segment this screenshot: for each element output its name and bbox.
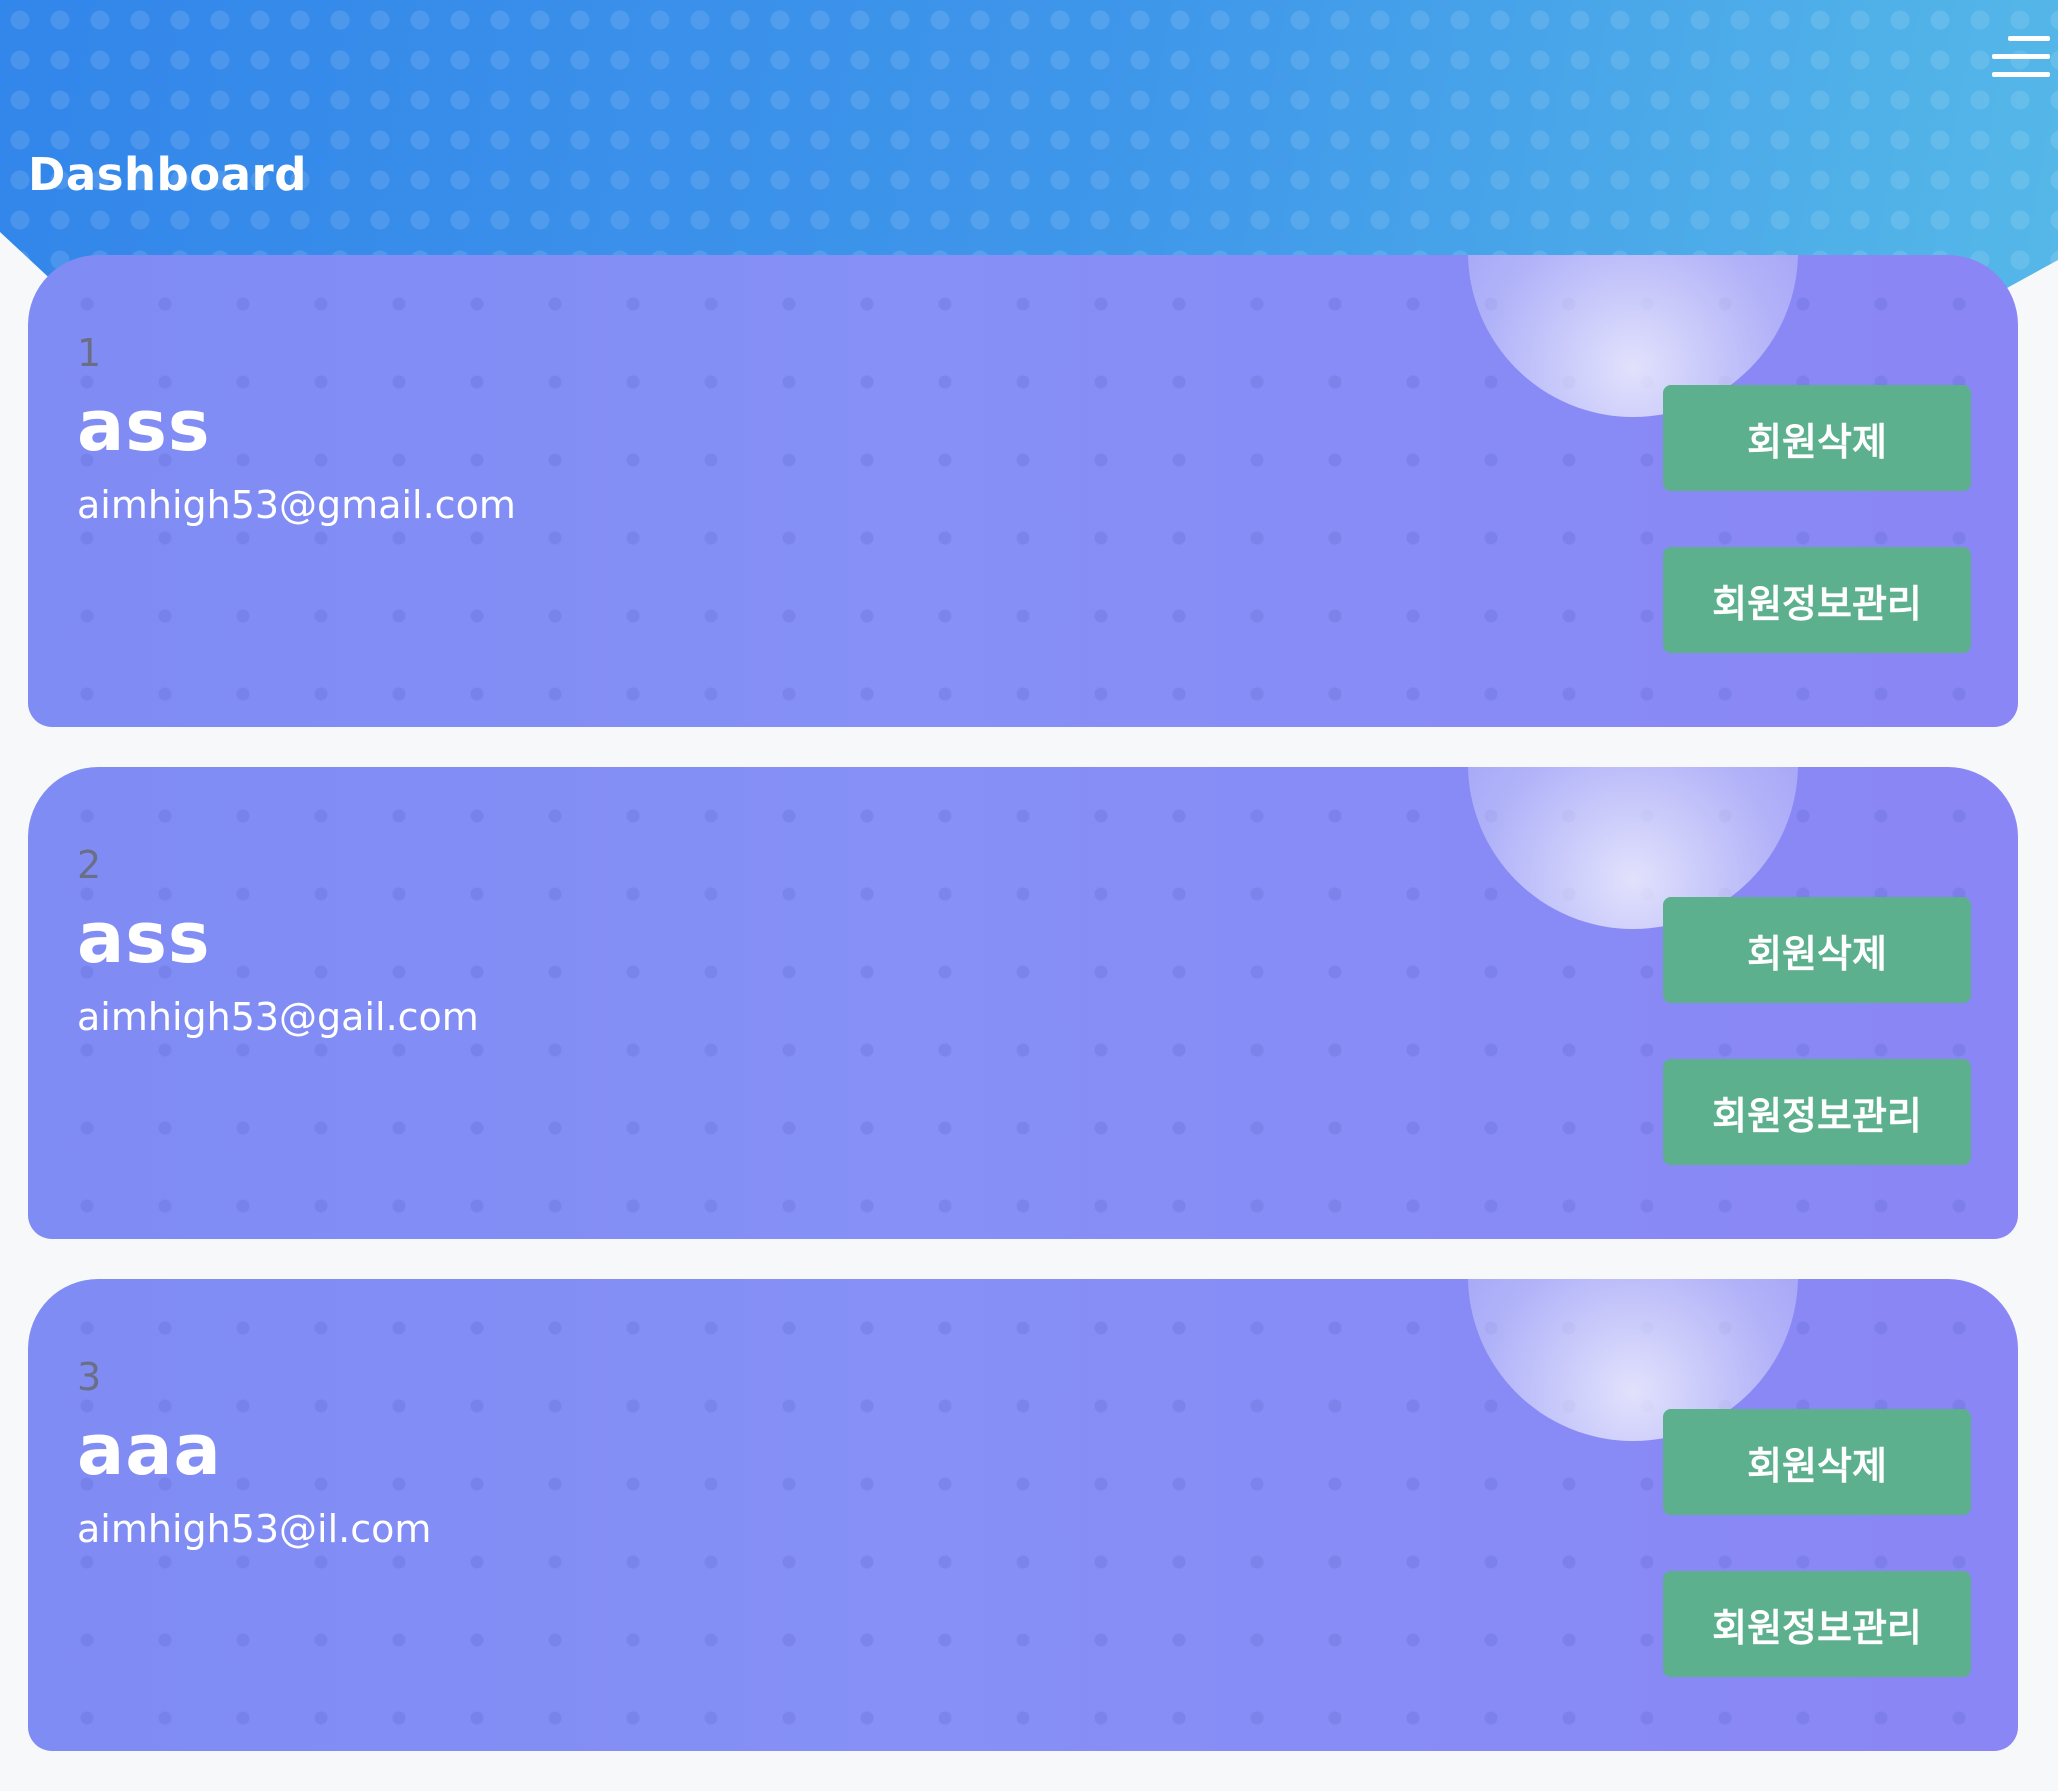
user-email: aimhigh53@il.com <box>77 1507 432 1551</box>
user-card: 3 aaa aimhigh53@il.com 회원삭제 회원정보관리 <box>28 1279 2018 1751</box>
user-name: ass <box>77 897 211 979</box>
user-email: aimhigh53@gail.com <box>77 995 479 1039</box>
delete-member-button[interactable]: 회원삭제 <box>1663 1409 1971 1515</box>
menu-bar-top <box>2008 36 2050 41</box>
user-card: 1 ass aimhigh53@gmail.com 회원삭제 회원정보관리 <box>28 255 2018 727</box>
manage-member-info-button[interactable]: 회원정보관리 <box>1663 1059 1971 1165</box>
user-list: 1 ass aimhigh53@gmail.com 회원삭제 회원정보관리 2 … <box>28 255 2018 1791</box>
user-name: aaa <box>77 1409 222 1491</box>
manage-member-info-button[interactable]: 회원정보관리 <box>1663 547 1971 653</box>
user-number: 3 <box>77 1355 102 1399</box>
manage-member-info-button[interactable]: 회원정보관리 <box>1663 1571 1971 1677</box>
menu-bar-middle <box>1992 54 2050 59</box>
user-name: ass <box>77 385 211 467</box>
user-card: 2 ass aimhigh53@gail.com 회원삭제 회원정보관리 <box>28 767 2018 1239</box>
user-email: aimhigh53@gmail.com <box>77 483 516 527</box>
menu-bar-bottom <box>1992 72 2050 77</box>
user-number: 1 <box>77 331 102 375</box>
user-number: 2 <box>77 843 102 887</box>
delete-member-button[interactable]: 회원삭제 <box>1663 385 1971 491</box>
delete-member-button[interactable]: 회원삭제 <box>1663 897 1971 1003</box>
page-title: Dashboard <box>28 148 307 201</box>
hamburger-menu-icon[interactable] <box>1992 36 2050 80</box>
